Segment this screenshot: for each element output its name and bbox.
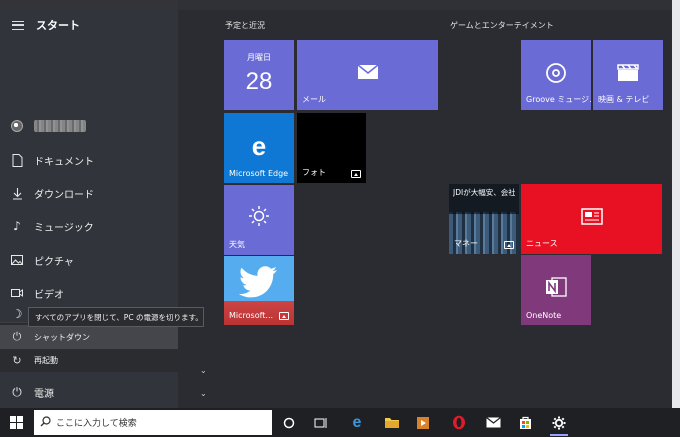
onenote-tile[interactable]: OneNote — [521, 255, 591, 325]
news-tile[interactable]: ニュース — [521, 184, 662, 254]
edge-tile-label: Microsoft Edge — [229, 169, 289, 178]
picture-badge-icon — [351, 170, 361, 178]
hamburger-icon — [12, 20, 24, 30]
twitter-tile[interactable]: Microsoft... — [224, 256, 294, 325]
task-view-icon[interactable] — [312, 414, 330, 431]
chevron-down-icon[interactable]: ⌄ — [200, 366, 207, 375]
media-player-icon[interactable] — [414, 414, 432, 431]
user-name-blurred — [34, 120, 86, 132]
weather-tile-label: 天気 — [229, 240, 245, 249]
rail-header: スタート — [0, 10, 178, 40]
rail-item-documents[interactable]: ドキュメント — [0, 144, 178, 176]
hamburger-menu-button[interactable] — [0, 20, 36, 30]
restart-menu-item[interactable]: ↻ 再起動 — [0, 348, 178, 372]
groove-music-tile[interactable]: Groove ミュージ... — [521, 40, 591, 110]
music-note-icon: ♪ — [13, 219, 21, 233]
news-tile-label: ニュース — [526, 239, 558, 248]
start-menu: スタート ドキュメント ダウンロード ♪ ミュージック ピクチャ ビデオ ☽ ⏻… — [0, 0, 672, 408]
start-title: スタート — [36, 19, 80, 32]
start-rail: スタート ドキュメント ダウンロード ♪ ミュージック ピクチャ ビデオ ☽ ⏻… — [0, 0, 178, 408]
settings-gear-icon[interactable] — [550, 414, 568, 436]
money-tile-label: マネー — [454, 239, 478, 248]
avatar — [11, 120, 23, 132]
power-icon: ⏻ — [12, 384, 22, 399]
picture-icon — [0, 255, 34, 265]
rail-item-label: ダウンロード — [34, 189, 94, 201]
download-icon — [0, 187, 34, 200]
rail-item-label: ミュージック — [34, 222, 94, 234]
money-tile[interactable]: JDIが大幅安、会社側も懸念。 マネー — [449, 184, 519, 254]
opera-icon[interactable] — [450, 414, 468, 431]
mail-tile[interactable]: メール — [297, 40, 438, 110]
clapperboard-icon — [593, 64, 663, 86]
document-icon — [0, 153, 34, 167]
mail-icon — [297, 64, 438, 84]
shutdown-label: シャットダウン — [34, 332, 90, 342]
video-icon — [0, 288, 34, 298]
money-headline: JDIが大幅安、会社側も懸念。 — [453, 188, 515, 197]
windows-start-icon[interactable] — [10, 416, 23, 429]
taskbar-search-box[interactable]: ここに入力して検索 — [34, 410, 272, 435]
photos-tile-label: フォト — [302, 168, 326, 177]
edge-icon: e — [251, 131, 267, 161]
movies-tile-label: 映画 & テレビ — [598, 95, 650, 104]
rail-item-label: ドキュメント — [34, 156, 94, 168]
edge-tile[interactable]: e Microsoft Edge — [224, 113, 294, 183]
rail-item-pictures[interactable]: ピクチャ — [0, 244, 178, 276]
rail-item-downloads[interactable]: ダウンロード — [0, 177, 178, 209]
newspaper-icon — [521, 208, 662, 229]
search-placeholder: ここに入力して検索 — [56, 419, 137, 429]
picture-badge-icon — [504, 241, 514, 249]
power-icon: ⏻ — [12, 330, 22, 343]
onenote-tile-label: OneNote — [526, 311, 562, 320]
mail-taskbar-icon[interactable] — [484, 414, 502, 431]
group-title-entertainment: ゲームとエンターテイメント — [450, 21, 554, 30]
edge-taskbar-icon[interactable]: e — [348, 414, 366, 431]
rail-item-power[interactable]: ⏻ 電源 — [0, 376, 178, 408]
taskbar: ここに入力して検索 e — [0, 408, 680, 437]
desktop-background-right — [672, 0, 680, 408]
calendar-tile[interactable]: 月曜日 28 — [224, 40, 294, 110]
store-icon[interactable] — [516, 414, 534, 431]
rail-item-user[interactable] — [0, 110, 178, 142]
power-options-menu: ⏻ シャットダウン ↻ 再起動 — [0, 322, 178, 372]
rail-item-label: ピクチャ — [34, 256, 74, 268]
group-title-schedule: 予定と近況 — [225, 21, 265, 30]
movies-tv-tile[interactable]: 映画 & テレビ — [593, 40, 663, 110]
store-badge-icon — [279, 312, 289, 320]
twitter-tile-label: Microsoft... — [229, 311, 274, 320]
weather-tile[interactable]: 天気 — [224, 185, 294, 255]
photos-tile[interactable]: フォト — [297, 113, 366, 183]
rail-item-music[interactable]: ♪ ミュージック — [0, 210, 178, 242]
rail-item-label: 電源 — [34, 388, 54, 400]
calendar-day: 月曜日 — [247, 53, 271, 62]
sun-icon — [224, 205, 294, 231]
shutdown-tooltip: すべてのアプリを閉じて、PC の電源を切ります。 — [28, 307, 204, 327]
twitter-bird-icon — [224, 266, 294, 304]
cortana-icon[interactable] — [280, 414, 298, 431]
calendar-date: 28 — [245, 68, 273, 95]
search-icon — [34, 415, 56, 430]
file-explorer-icon[interactable] — [383, 414, 401, 431]
onenote-icon — [521, 275, 591, 303]
groove-disc-icon — [521, 62, 591, 88]
groove-tile-label: Groove ミュージ... — [526, 95, 591, 104]
restart-icon: ↻ — [12, 353, 22, 367]
shutdown-menu-item[interactable]: ⏻ シャットダウン — [0, 325, 178, 349]
chevron-down-icon[interactable]: ⌄ — [200, 389, 207, 398]
restart-label: 再起動 — [34, 355, 58, 365]
mail-tile-label: メール — [302, 95, 326, 104]
